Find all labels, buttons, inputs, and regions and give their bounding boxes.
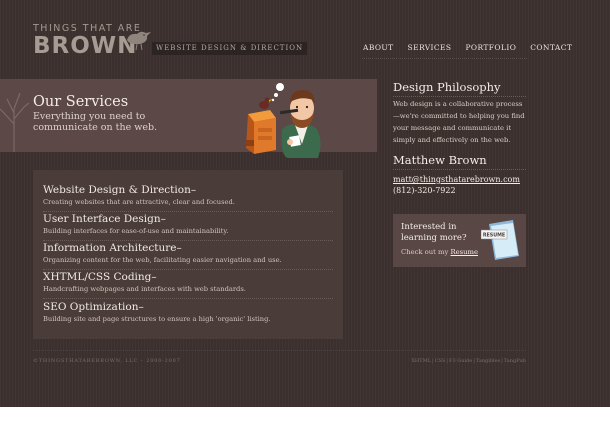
service-item: User Interface Design– Building interfac… (43, 213, 333, 241)
design-philosophy-heading: Design Philosophy (393, 80, 501, 94)
footer-link-f3-guide[interactable]: F3 Guide (449, 358, 472, 364)
footer-separator: | (473, 358, 475, 364)
service-description: Building interfaces for ease-of-use and … (43, 227, 229, 235)
resume-link[interactable]: Resume (451, 248, 478, 256)
footer-separator: | (432, 358, 434, 364)
resume-callout: Interested in learning more? Check out m… (393, 214, 526, 267)
service-item: SEO Optimization– Building site and page… (43, 301, 333, 329)
resume-check-text: Check out my (401, 248, 451, 256)
service-title: Website Design & Direction– (43, 184, 197, 196)
footer-link-tangibles[interactable]: Tangibles (476, 358, 500, 364)
contact-phone: (812)-320-7922 (393, 186, 456, 195)
nav-portfolio[interactable]: PORTFOLIO (465, 43, 516, 53)
services-list: Website Design & Direction– Creating web… (33, 170, 343, 339)
nav-about[interactable]: ABOUT (363, 43, 394, 53)
tree-decoration-icon (0, 92, 30, 152)
nav-contact[interactable]: CONTACT (530, 43, 572, 53)
service-title: SEO Optimization– (43, 301, 144, 313)
service-item: Website Design & Direction– Creating web… (43, 184, 333, 212)
page: THINGS THAT ARE BROWN WEBSITE DESIGN & D… (0, 0, 610, 407)
tagline: WEBSITE DESIGN & DIRECTION (152, 42, 308, 55)
main-nav: ABOUT SERVICES PORTFOLIO CONTACT (363, 43, 572, 53)
resume-text: Check out my Resume (401, 248, 478, 257)
man-with-typewriter-illustration (246, 83, 321, 158)
footer-links: XHTML|CSS|F3 Guide|Tangibles|TangPub (411, 358, 526, 365)
bird-logo-icon (127, 31, 151, 51)
nav-services[interactable]: SERVICES (408, 43, 452, 53)
service-title: XHTML/CSS Coding– (43, 271, 157, 283)
contact-email-link[interactable]: matt@thingsthatarebrown.com (393, 175, 520, 185)
resume-doc-label: RESUME (483, 233, 505, 239)
service-description: Handcrafting webpages and interfaces wit… (43, 285, 246, 293)
service-title: Information Architecture– (43, 242, 182, 254)
service-description: Creating websites that are attractive, c… (43, 198, 235, 206)
contact-name-heading: Matthew Brown (393, 153, 487, 167)
service-item: XHTML/CSS Coding– Handcrafting webpages … (43, 271, 333, 299)
design-philosophy-text: Web design is a collaborative process—we… (393, 100, 525, 144)
service-description: Building site and page structures to ens… (43, 315, 271, 323)
footer-separator: | (501, 358, 503, 364)
service-description: Organizing content for the web, facilita… (43, 256, 282, 264)
footer-divider (33, 350, 526, 351)
footer-separator: | (446, 358, 448, 364)
header-divider (362, 58, 527, 59)
footer-link-tangpub[interactable]: TangPub (504, 358, 526, 364)
sidebar-divider (393, 96, 526, 97)
sidebar-divider (393, 169, 526, 170)
copyright-text: ©THINGSTHATAREBROWN, LLC – 2000-2007 (33, 358, 181, 364)
service-item: Information Architecture– Organizing con… (43, 242, 333, 270)
footer-link-xhtml[interactable]: XHTML (411, 358, 431, 364)
service-title: User Interface Design– (43, 213, 166, 225)
resume-document-icon[interactable]: RESUME (481, 220, 523, 264)
footer-link-css[interactable]: CSS (435, 358, 446, 364)
page-subtitle: Everything you need to communicate on th… (33, 111, 158, 133)
page-title: Our Services (33, 94, 129, 110)
resume-heading: Interested in learning more? (401, 222, 467, 243)
